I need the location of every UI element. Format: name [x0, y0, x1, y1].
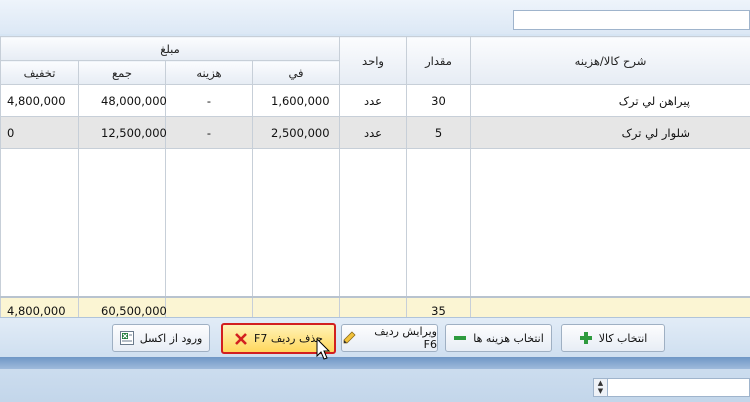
header-discount[interactable]: تخفيف	[0, 60, 79, 85]
header-unit[interactable]: واحد	[339, 36, 407, 85]
cell-total[interactable]: 48,000,000	[78, 84, 167, 117]
header-total[interactable]: جمع	[78, 60, 166, 85]
pencil-icon	[342, 331, 356, 345]
cell-quantity[interactable]: 30	[406, 84, 471, 117]
import-excel-button[interactable]: ورود از اکسل	[112, 324, 210, 352]
select-item-label: انتخاب کالا	[598, 331, 648, 345]
cell-description[interactable]: پيراهن لي ترک	[470, 84, 750, 117]
header-unit-price[interactable]: في	[252, 60, 340, 85]
delete-icon	[234, 332, 248, 346]
cell-discount[interactable]: 0	[0, 116, 79, 149]
select-costs-label: انتخاب هزينه ها	[473, 331, 544, 345]
spinner-icon[interactable]: ▲ ▼	[594, 379, 608, 396]
cell-discount[interactable]: 4,800,000	[0, 84, 79, 117]
cell-unit-price[interactable]: 2,500,000	[252, 116, 340, 149]
empty-row-area[interactable]	[0, 148, 750, 297]
cell-unit-price[interactable]: 1,600,000	[252, 84, 340, 117]
cell-quantity[interactable]: 5	[406, 116, 471, 149]
mouse-pointer-icon	[316, 337, 332, 365]
excel-icon	[119, 331, 134, 345]
header-amount-group[interactable]: مبلغ	[0, 36, 340, 61]
table-row[interactable]: 4,800,000 48,000,000 - 1,600,000 عدد 30 …	[0, 84, 750, 117]
cell-unit[interactable]: عدد	[339, 116, 407, 149]
table-row[interactable]: 0 12,500,000 - 2,500,000 عدد 5 شلوار لي …	[0, 116, 750, 149]
select-item-button[interactable]: انتخاب کالا	[561, 324, 665, 352]
cell-unit[interactable]: عدد	[339, 84, 407, 117]
edit-row-label: ويرايش رديف F6	[374, 325, 437, 351]
delete-row-label: حذف رديف F7	[254, 332, 323, 345]
cell-description[interactable]: شلوار لي ترک	[470, 116, 750, 149]
cell-total[interactable]: 12,500,000	[78, 116, 167, 149]
items-grid: مبلغ واحد مقدار شرح کالا/هزينه تخفيف جمع…	[0, 36, 750, 325]
top-toolbar	[0, 0, 750, 34]
search-input[interactable]	[513, 10, 750, 30]
select-costs-button[interactable]: انتخاب هزينه ها	[445, 324, 552, 352]
minus-icon	[453, 331, 467, 345]
cell-cost[interactable]: -	[165, 116, 253, 149]
header-cost[interactable]: هزينه	[165, 60, 253, 85]
header-description[interactable]: شرح کالا/هزينه	[470, 36, 750, 85]
footer-area: ▲ ▼	[0, 357, 750, 402]
section-divider	[0, 357, 750, 369]
plus-icon	[579, 331, 593, 345]
import-excel-label: ورود از اکسل	[139, 331, 203, 345]
page-number-input[interactable]: ▲ ▼	[593, 378, 750, 397]
edit-row-button[interactable]: ويرايش رديف F6	[341, 324, 438, 352]
header-quantity[interactable]: مقدار	[406, 36, 471, 85]
action-toolbar: ورود از اکسل حذف رديف F7 ويرايش رديف F6 …	[0, 317, 750, 357]
cell-cost[interactable]: -	[165, 84, 253, 117]
